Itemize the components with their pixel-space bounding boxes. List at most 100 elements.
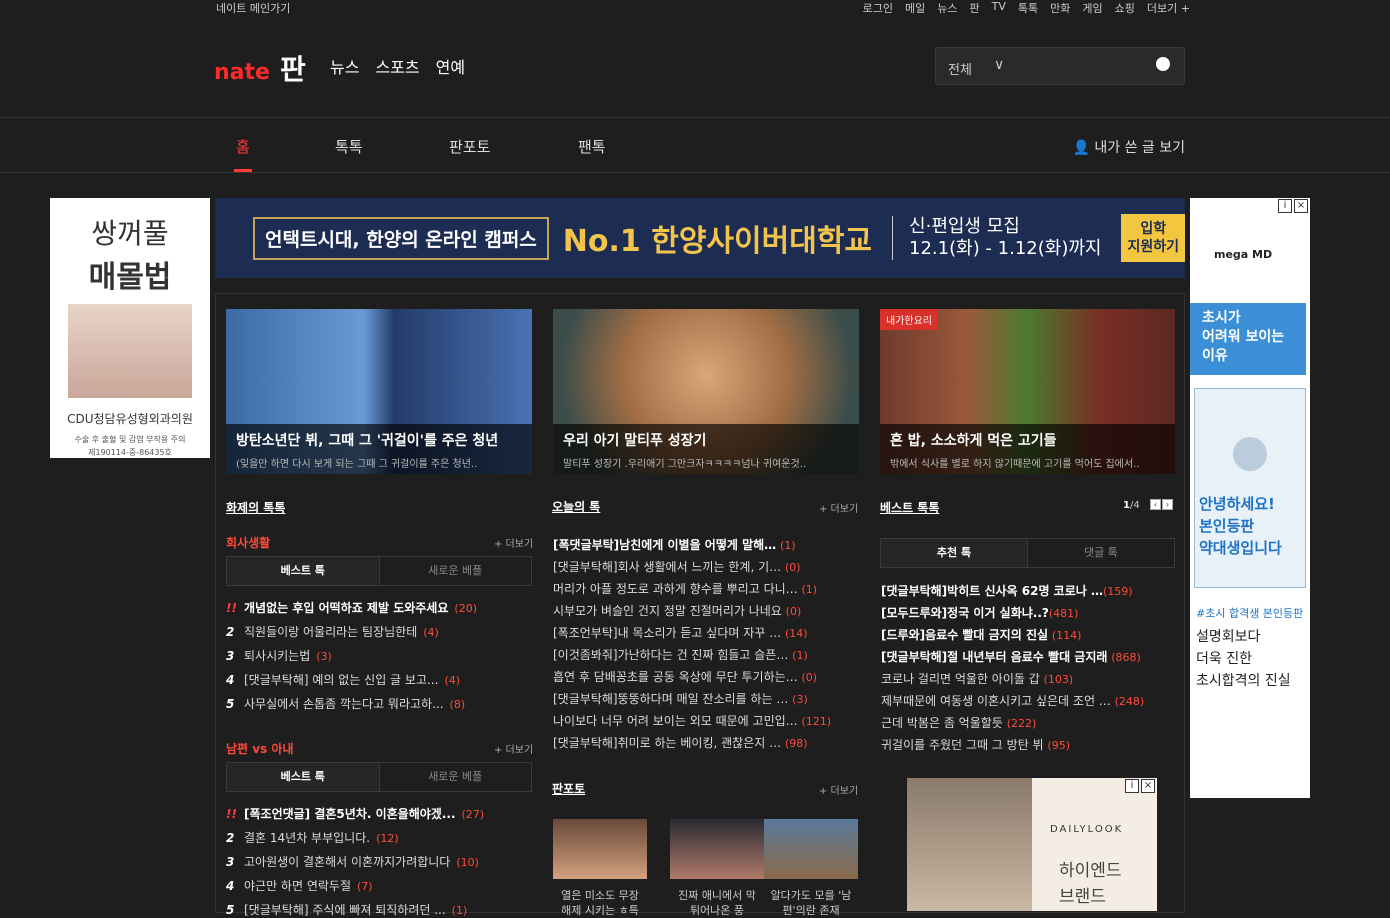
ad-video[interactable]: 안녕하세요! 본인등판 약대생입니다 bbox=[1194, 388, 1306, 588]
list-item[interactable]: 3 퇴사시키는법 (3) bbox=[226, 647, 526, 664]
list-item[interactable]: [드루와]음료수 빨대 금지의 진실 (114) bbox=[881, 626, 1176, 643]
search-scope-select[interactable]: 전체 bbox=[948, 59, 972, 78]
list-item[interactable]: [이것좀봐줘]가난하다는 건 진짜 힘들고 슬픈… (1) bbox=[553, 646, 858, 663]
list-item[interactable]: 제부때문에 여동생 이혼시키고 싶은데 조언 … (248) bbox=[881, 692, 1176, 709]
list-item[interactable]: 나이보다 너무 어려 보이는 외모 때문에 고민입… (121) bbox=[553, 712, 858, 729]
photo-thumbnail[interactable] bbox=[764, 819, 858, 879]
feature-card[interactable]: 내가한요리 혼 밥, 소소하게 먹은 고기들 밖에서 식사를 별로 하지 않기때… bbox=[880, 309, 1175, 474]
next-page-button[interactable]: › bbox=[1162, 499, 1173, 510]
list-item[interactable]: [댓글부탁해]취미로 하는 베이킹, 괜찮은지 … (98) bbox=[553, 734, 858, 751]
best-new-tabs: 베스트 톡 새로운 베플 bbox=[226, 556, 532, 586]
list-item[interactable]: 흡연 후 담배꽁초를 공동 옥상에 무단 투기하는… (0) bbox=[553, 668, 858, 685]
ad-line: 쌍꺼풀 bbox=[91, 217, 169, 250]
nate-home-link[interactable]: 네이트 메인가기 bbox=[216, 0, 290, 16]
pan-link[interactable]: 판 bbox=[970, 0, 980, 16]
list-item[interactable]: 귀걸이를 주웠던 그때 그 방탄 뷔 (95) bbox=[881, 736, 1176, 753]
tab-toktok[interactable]: 톡톡 bbox=[335, 136, 363, 157]
bottom-ad[interactable]: DAILYLOOK 하이엔드 브랜드 i × bbox=[907, 778, 1157, 911]
more-link[interactable]: 더보기 + bbox=[1147, 0, 1190, 16]
list-item[interactable]: !! 개념없는 후입 어떡하죠 제발 도와주세요 (20) bbox=[226, 599, 526, 616]
banner-apply-button[interactable]: 입학 지원하기 bbox=[1121, 214, 1185, 262]
login-link[interactable]: 로그인 bbox=[863, 0, 893, 16]
list-item[interactable]: [댓글부탁해]회사 생활에서 느끼는 한계, 기… (0) bbox=[553, 558, 858, 575]
header-nav-entertainment[interactable]: 연예 bbox=[436, 54, 465, 78]
list-item[interactable]: !! [폭조언댓글] 결혼5년차. 이혼을해야겠... (27) bbox=[226, 805, 526, 822]
list-item[interactable]: 4 야근만 하면 연락두절 (7) bbox=[226, 877, 526, 894]
ad-description: 설명회보다 더욱 진한 초시합격의 진실 bbox=[1196, 629, 1291, 689]
list-item[interactable]: 3 고아원생이 결혼해서 이혼까지가려합니다 (10) bbox=[226, 853, 526, 870]
best-toktok-title[interactable]: 베스트 톡톡 bbox=[880, 499, 939, 516]
category-title[interactable]: 회사생활 bbox=[226, 534, 270, 551]
photo-thumbnail[interactable] bbox=[670, 819, 764, 879]
list-item[interactable]: [댓글부탁해]박히트 신사옥 62명 코로나 …(159) bbox=[881, 582, 1176, 599]
close-icon[interactable]: × bbox=[1294, 199, 1308, 213]
list-item[interactable]: [모두드루와]정국 이거 실화냐..?(481) bbox=[881, 604, 1176, 621]
top-banner-ad[interactable]: 언택트시대, 한양의 온라인 캠퍼스 No.1 한양사이버대학교 신·편입생 모… bbox=[215, 198, 1185, 278]
feature-card[interactable]: 우리 아기 말티푸 성장기 말티푸 성장기 .우리애기 그만크자ㅋㅋㅋㅋ넘나 귀… bbox=[553, 309, 859, 474]
user-icon: 👤 bbox=[1072, 140, 1095, 156]
shopping-link[interactable]: 쇼핑 bbox=[1115, 0, 1135, 16]
nate-logo: nate bbox=[214, 60, 270, 85]
tv-link[interactable]: TV bbox=[992, 0, 1006, 16]
tab-new-reply[interactable]: 새로운 베플 bbox=[380, 763, 532, 791]
list-item[interactable]: 5 [댓글부탁해] 주식에 빠져 퇴직하려던 ... (1) bbox=[226, 901, 526, 918]
hot-toktok-title[interactable]: 화제의 톡톡 bbox=[226, 499, 285, 516]
list-item[interactable]: [댓글부탁해]절 내년부터 음료수 빨대 금지래 (868) bbox=[881, 648, 1176, 665]
news-link[interactable]: 뉴스 bbox=[937, 0, 957, 16]
today-toktok-title[interactable]: 오늘의 톡 bbox=[552, 498, 600, 515]
best-new-tabs: 베스트 톡 새로운 베플 bbox=[226, 762, 532, 792]
list-item[interactable]: 머리가 아플 정도로 과하게 향수를 뿌리고 다니… (1) bbox=[553, 580, 858, 597]
my-posts-link[interactable]: 👤 내가 쓴 글 보기 bbox=[1072, 137, 1185, 157]
active-tab-underline bbox=[234, 169, 252, 172]
list-item[interactable]: 2 직원들이랑 어울리라는 팀장님한테 (4) bbox=[226, 623, 526, 640]
ad-video-text: 안녕하세요! 본인등판 약대생입니다 bbox=[1199, 495, 1282, 557]
tab-best-talk[interactable]: 베스트 톡 bbox=[227, 763, 380, 791]
play-icon[interactable] bbox=[1233, 437, 1267, 471]
banner-title: No.1 한양사이버대학교 bbox=[562, 224, 873, 259]
search-icon[interactable] bbox=[1156, 57, 1170, 71]
nate-pan-logo[interactable]: nate 판 bbox=[214, 48, 306, 88]
more-link[interactable]: + 더보기 bbox=[819, 782, 858, 797]
list-item[interactable]: [폭조언부탁]내 목소리가 듣고 싶다며 자꾸 … (14) bbox=[553, 624, 858, 641]
more-link[interactable]: + 더보기 bbox=[494, 535, 533, 550]
ad-info-icon[interactable]: i bbox=[1125, 779, 1139, 793]
photo-thumbnail[interactable] bbox=[553, 819, 647, 879]
ad-image bbox=[907, 778, 1032, 911]
category-title[interactable]: 남편 vs 아내 bbox=[226, 740, 293, 757]
more-link[interactable]: + 더보기 bbox=[494, 741, 533, 756]
list-item[interactable]: 근데 박봄은 좀 억울할듯 (222) bbox=[881, 714, 1176, 731]
list-item[interactable]: 2 결혼 14년차 부부입니다. (12) bbox=[226, 829, 526, 846]
tab-home[interactable]: 홈 bbox=[236, 136, 250, 157]
card-title: 혼 밥, 소소하게 먹은 고기들 bbox=[890, 433, 1057, 449]
more-link[interactable]: + 더보기 bbox=[819, 500, 858, 515]
list-item[interactable]: 5 사무실에서 손톱좀 깍는다고 뭐라고하... (8) bbox=[226, 695, 526, 712]
mail-link[interactable]: 메일 bbox=[905, 0, 925, 16]
prev-page-button[interactable]: ‹ bbox=[1150, 499, 1161, 510]
tab-panphoto[interactable]: 판포토 bbox=[449, 136, 490, 157]
tab-fantok[interactable]: 팬톡 bbox=[578, 136, 606, 157]
panphoto-title[interactable]: 판포토 bbox=[552, 780, 585, 797]
list-item[interactable]: 시부모가 벼슬인 건지 정말 진절머리가 나네요 (0) bbox=[553, 602, 858, 619]
tab-new-reply[interactable]: 새로운 베플 bbox=[380, 557, 532, 585]
search-box[interactable]: 전체 ∨ bbox=[935, 47, 1185, 85]
close-icon[interactable]: × bbox=[1141, 779, 1155, 793]
left-side-ad[interactable]: 쌍꺼풀 매몰법 CDU청담유성형외과의원 수술 후 출혈 및 감염 부작용 주의… bbox=[50, 198, 210, 458]
ad-info-icon[interactable]: i bbox=[1278, 199, 1292, 213]
list-item[interactable]: 코로나 걸리면 억울한 아이돌 갑 (103) bbox=[881, 670, 1176, 687]
header-nav-news[interactable]: 뉴스 bbox=[330, 54, 359, 78]
feature-card[interactable]: 방탄소년단 뷔, 그때 그 '귀걸이'를 주은 청년 (잊을만 하면 다시 보게… bbox=[226, 309, 532, 474]
my-posts-label: 내가 쓴 글 보기 bbox=[1094, 140, 1185, 156]
header-nav-sports[interactable]: 스포츠 bbox=[375, 54, 419, 78]
tab-recommend-talk[interactable]: 추천 톡 bbox=[881, 539, 1028, 567]
toktok-link[interactable]: 톡톡 bbox=[1018, 0, 1038, 16]
game-link[interactable]: 게임 bbox=[1082, 0, 1102, 16]
card-caption: 우리 아기 말티푸 성장기 말티푸 성장기 .우리애기 그만크자ㅋㅋㅋㅋ넘나 귀… bbox=[553, 424, 859, 474]
right-side-ad[interactable]: i × mega MD 초시가 어려워 보이는 이유 안녕하세요! 본인등판 약대생입니… bbox=[1190, 198, 1310, 798]
list-item[interactable]: 4 [댓글부탁해] 예의 없는 신입 글 보고... (4) bbox=[226, 671, 526, 688]
list-item[interactable]: [폭댓글부탁]남친에게 이별을 어떻게 말해… (1) bbox=[553, 536, 858, 553]
list-item[interactable]: [댓글부탁해]뚱뚱하다며 매일 잔소리를 하는 … (3) bbox=[553, 690, 858, 707]
chevron-down-icon[interactable]: ∨ bbox=[994, 57, 1004, 73]
tab-reply-talk[interactable]: 댓글 톡 bbox=[1028, 539, 1174, 567]
tab-best-talk[interactable]: 베스트 톡 bbox=[227, 557, 380, 585]
comic-link[interactable]: 만화 bbox=[1050, 0, 1070, 16]
